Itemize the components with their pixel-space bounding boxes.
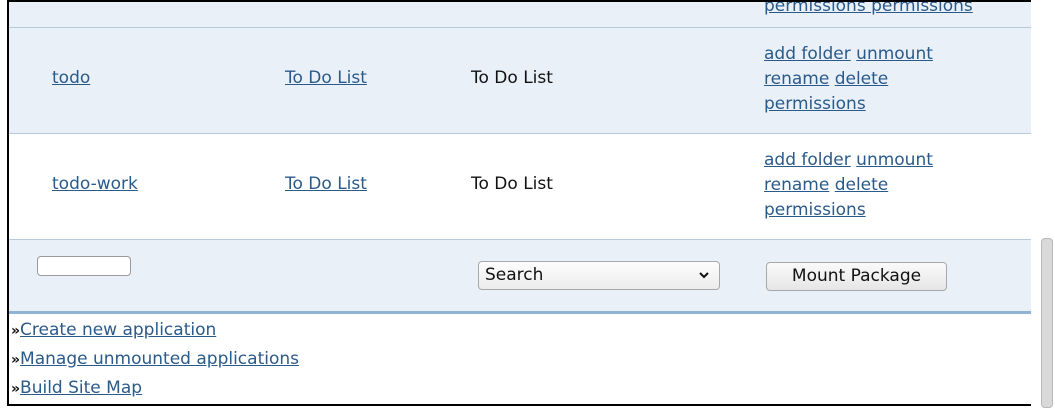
app-name-link[interactable]: todo-work [52,174,138,194]
app-title: To Do List [471,174,553,194]
mount-package-button[interactable]: Mount Package [766,262,947,291]
delete-link[interactable]: delete [835,69,889,89]
applications-panel: permissions permissions todo To Do List … [7,0,1031,406]
scrollbar-thumb[interactable] [1041,238,1053,408]
admin-links: »Create new application »Manage unmounte… [11,316,299,403]
partial-actions-link[interactable]: permissions permissions [764,2,973,16]
chevron-down-icon [698,262,710,299]
package-select-value: Search [485,265,544,285]
unmount-link[interactable]: unmount [856,44,933,64]
row-actions: add folder unmount rename delete permiss… [764,148,1004,223]
package-link[interactable]: To Do List [285,174,367,194]
table-row: todo To Do List To Do List add folder un… [9,28,1031,134]
package-select[interactable]: Search [478,261,720,290]
bullet-icon: » [11,352,21,368]
delete-link[interactable]: delete [835,175,889,195]
rename-link[interactable]: rename [764,175,829,195]
add-folder-link[interactable]: add folder [764,44,851,64]
rename-link[interactable]: rename [764,69,829,89]
create-application-link[interactable]: Create new application [20,320,216,340]
row-actions: add folder unmount rename delete permiss… [764,42,1004,117]
app-name-input[interactable] [37,256,131,276]
bullet-icon: » [11,323,21,339]
mount-form-row: Search Mount Package [9,240,1031,314]
unmount-link[interactable]: unmount [856,150,933,170]
permissions-link[interactable]: permissions [764,94,866,114]
manage-unmounted-link[interactable]: Manage unmounted applications [20,349,299,369]
app-title: To Do List [471,68,553,88]
package-link[interactable]: To Do List [285,68,367,88]
vertical-scrollbar[interactable] [1031,0,1055,410]
app-name-link[interactable]: todo [52,68,90,88]
build-site-map-link[interactable]: Build Site Map [20,378,142,398]
table-row: todo-work To Do List To Do List add fold… [9,134,1031,240]
add-folder-link[interactable]: add folder [764,150,851,170]
table-row: permissions permissions [9,2,1031,28]
bullet-icon: » [11,381,21,397]
permissions-link[interactable]: permissions [764,200,866,220]
